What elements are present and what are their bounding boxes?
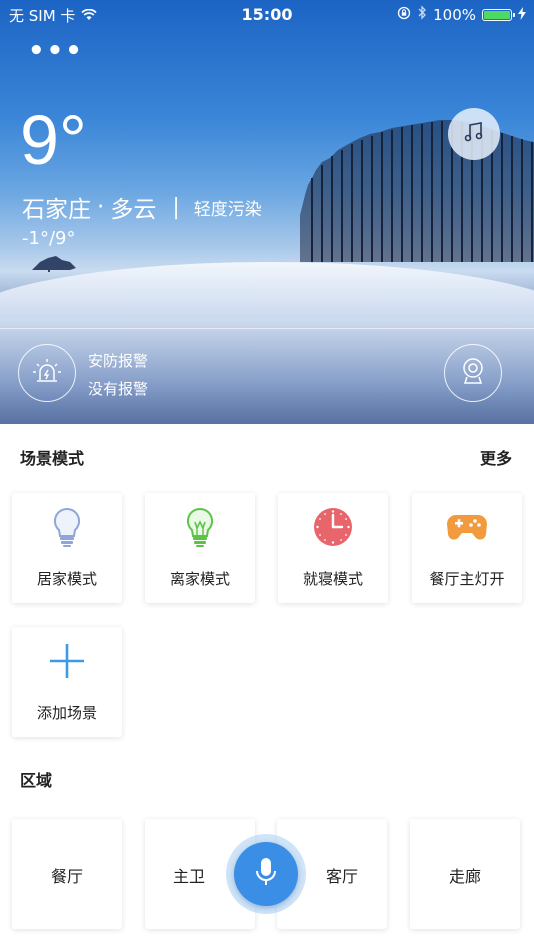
scene-label: 居家模式 [36, 570, 97, 588]
current-temperature: 9° [20, 101, 87, 179]
region-card-corridor[interactable]: 走廊 [410, 819, 520, 929]
plus-icon [48, 642, 86, 684]
siren-icon [31, 356, 63, 390]
region-label: 走廊 [448, 867, 481, 886]
weather-hero: 无 SIM 卡 15:00 100% ••• 9° 石家庄 · 多云 | 轻度污… [0, 0, 534, 424]
alarm-status: 没有报警 [88, 380, 149, 398]
battery-percent: 100% [433, 5, 476, 24]
scene-card-home[interactable]: 居家模式 [12, 493, 122, 603]
weather-condition: 多云 [110, 197, 157, 223]
charging-icon [518, 6, 526, 24]
webcam-icon [459, 356, 487, 390]
air-quality: 轻度污染 [193, 199, 262, 220]
location-weather: 石家庄 · 多云 | 轻度污染 [22, 190, 262, 224]
scene-label: 离家模式 [169, 570, 230, 588]
scenes-title: 场景模式 [20, 449, 85, 468]
voice-button[interactable] [234, 842, 298, 906]
scene-card-dining-light[interactable]: 餐厅主灯开 [412, 493, 522, 603]
scenes-more-link[interactable]: 更多 [480, 445, 512, 469]
regions-title: 区域 [20, 771, 53, 790]
more-menu-button[interactable]: ••• [28, 38, 84, 64]
region-card-dining[interactable]: 餐厅 [12, 819, 122, 929]
add-scene-card[interactable]: 添加场景 [12, 627, 122, 737]
battery-fill [484, 10, 510, 19]
scene-label: 餐厅主灯开 [429, 570, 505, 588]
music-note-icon [462, 120, 486, 148]
battery-icon [482, 8, 515, 21]
scene-card-sleep[interactable]: 就寝模式 [278, 493, 388, 603]
rotation-lock-icon [397, 6, 411, 24]
status-bar: 无 SIM 卡 15:00 100% [0, 0, 534, 28]
alarm-title: 安防报警 [88, 352, 149, 370]
music-button[interactable] [448, 108, 500, 160]
city-name: 石家庄 [22, 197, 91, 223]
lightbulb-on-icon [183, 506, 217, 552]
security-alarm-button[interactable] [18, 344, 76, 402]
scene-label: 就寝模式 [302, 570, 363, 588]
city-weather-separator: · [97, 194, 105, 220]
hero-divider [0, 328, 534, 329]
region-label: 餐厅 [50, 867, 83, 886]
clock-icon [313, 507, 353, 551]
bluetooth-icon [417, 5, 427, 24]
divider: | [172, 194, 180, 220]
scene-card-away[interactable]: 离家模式 [145, 493, 255, 603]
camera-button[interactable] [444, 344, 502, 402]
microphone-icon [255, 857, 277, 891]
add-scene-label: 添加场景 [36, 704, 97, 722]
lightbulb-icon [50, 506, 84, 552]
temperature-range: -1°/9° [22, 228, 76, 249]
gamepad-icon [446, 510, 488, 548]
